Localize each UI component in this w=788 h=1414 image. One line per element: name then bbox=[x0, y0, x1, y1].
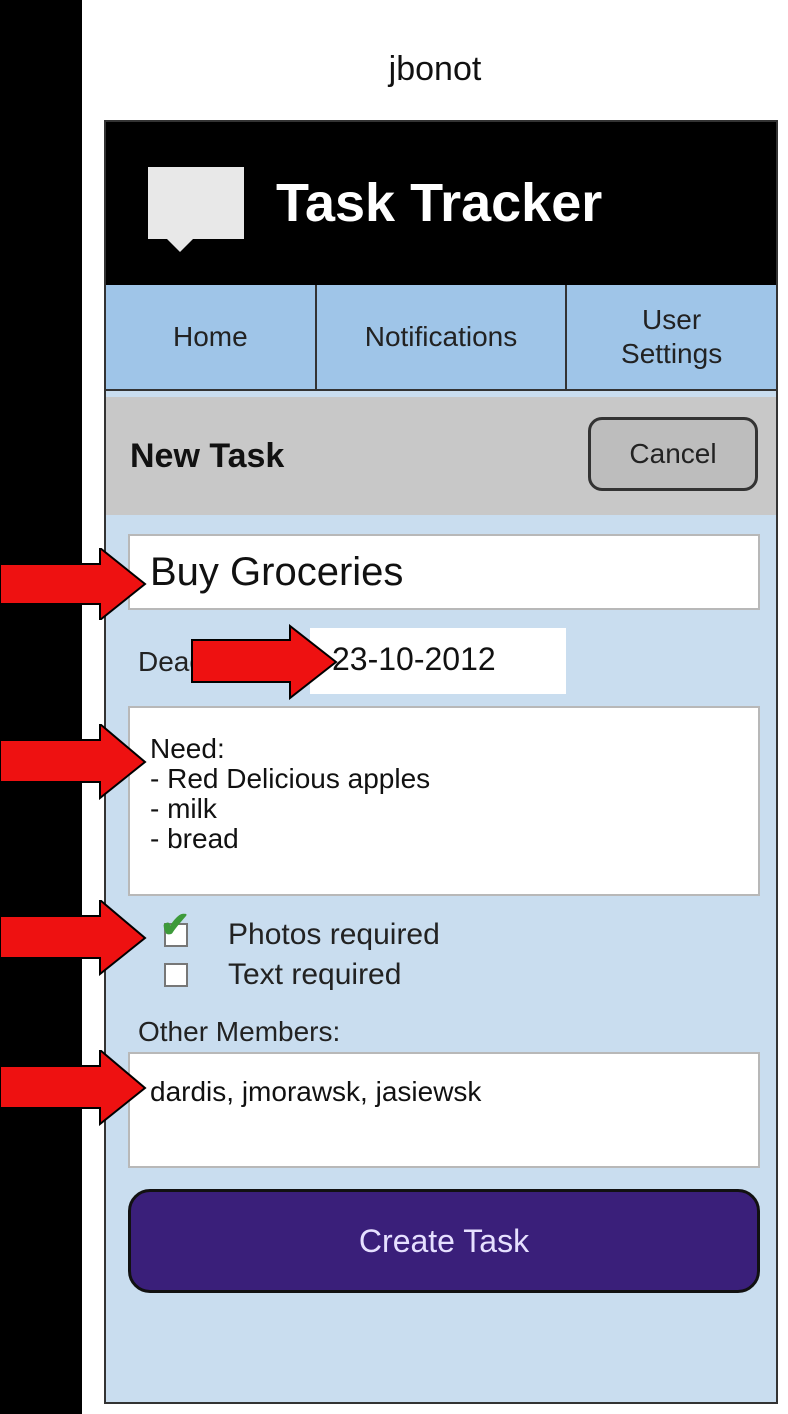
create-task-button[interactable]: Create Task bbox=[128, 1189, 760, 1293]
chat-bubble-icon bbox=[148, 167, 244, 239]
annotation-arrow-icon bbox=[0, 1050, 147, 1126]
annotation-arrow-icon bbox=[0, 724, 147, 800]
text-required-row[interactable]: Text required bbox=[164, 958, 401, 992]
photos-required-row[interactable]: ✔ Photos required bbox=[160, 907, 440, 952]
annotation-arrow-icon bbox=[0, 900, 147, 976]
task-name-input[interactable]: Buy Groceries bbox=[128, 534, 760, 610]
cancel-button[interactable]: Cancel bbox=[588, 417, 758, 491]
notes-line: Need: bbox=[150, 733, 225, 764]
photos-required-label: Photos required bbox=[228, 918, 440, 951]
app-title: Task Tracker bbox=[276, 173, 603, 233]
deadline-input[interactable]: 23-10-2012 bbox=[310, 628, 566, 694]
page-title: New Task bbox=[130, 437, 285, 475]
notes-line: - bread bbox=[150, 823, 239, 854]
annotation-arrow-icon bbox=[191, 624, 338, 700]
notes-line: - milk bbox=[150, 793, 217, 824]
panel-header: New Task Cancel bbox=[106, 397, 776, 515]
nav-item-notifications[interactable]: Notifications bbox=[316, 285, 568, 389]
nav-item-user-settings[interactable]: User Settings bbox=[567, 285, 776, 389]
annotation-arrow-icon bbox=[0, 548, 147, 620]
checkmark-icon: ✔ bbox=[160, 904, 191, 945]
photos-required-checkbox[interactable]: ✔ bbox=[160, 907, 190, 947]
nav-bar: Home Notifications User Settings bbox=[106, 285, 776, 391]
text-required-checkbox[interactable] bbox=[164, 963, 188, 987]
notes-line: - Red Delicious apples bbox=[150, 763, 431, 794]
members-label: Other Members: bbox=[138, 1016, 341, 1047]
app-window: Task Tracker Home Notifications User Set… bbox=[104, 120, 778, 1404]
username-label: jbonot bbox=[388, 50, 482, 88]
members-input[interactable]: dardis, jmorawsk, jasiewsk bbox=[128, 1052, 760, 1168]
app-header: Task Tracker bbox=[106, 122, 776, 285]
chat-bubble-tail bbox=[166, 238, 194, 252]
text-required-label: Text required bbox=[228, 958, 402, 991]
notes-textarea[interactable]: Need: - Red Delicious apples - milk - br… bbox=[128, 706, 760, 896]
nav-item-home[interactable]: Home bbox=[106, 285, 317, 389]
